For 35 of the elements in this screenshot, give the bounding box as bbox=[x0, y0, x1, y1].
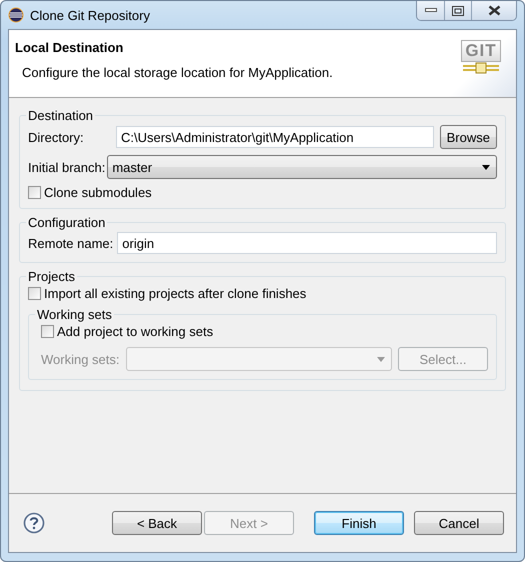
field-label: Initial branch: bbox=[28, 160, 106, 174]
field-label: Remote name: bbox=[28, 236, 114, 250]
dropdown-arrow-icon bbox=[482, 164, 490, 170]
field-label: Directory: bbox=[28, 130, 85, 144]
checkbox[interactable] bbox=[28, 186, 41, 199]
checkbox[interactable] bbox=[28, 287, 41, 300]
maximize-icon bbox=[452, 6, 464, 16]
minimize-button[interactable] bbox=[417, 1, 444, 20]
branch-dropdown[interactable]: master bbox=[107, 155, 497, 179]
checkbox-label[interactable]: Clone submodules bbox=[44, 185, 152, 200]
checkbox[interactable] bbox=[41, 325, 54, 338]
dialog-button[interactable]: < Back bbox=[112, 511, 202, 535]
close-icon bbox=[488, 5, 500, 16]
maximize-button[interactable] bbox=[444, 1, 471, 20]
app-icon bbox=[8, 7, 24, 23]
git-logo: GIT bbox=[461, 40, 501, 74]
minimize-icon bbox=[424, 8, 436, 13]
directory-field[interactable]: C:\Users\Administrator\git\MyApplication bbox=[116, 126, 434, 148]
dropdown-arrow-icon bbox=[377, 356, 385, 362]
close-button[interactable] bbox=[471, 1, 516, 20]
window-title: Clone Git Repository bbox=[30, 8, 151, 22]
group-title: Destination bbox=[27, 108, 94, 123]
page-title: Local Destination bbox=[15, 40, 124, 55]
checkbox-label[interactable]: Import all existing projects after clone finishes bbox=[44, 286, 306, 301]
group-title: Working sets bbox=[36, 307, 113, 322]
checkbox-label[interactable]: Add project to working sets bbox=[57, 324, 214, 339]
remote-name-field[interactable]: origin bbox=[117, 232, 497, 254]
help-icon[interactable] bbox=[23, 512, 45, 534]
page-description: Configure the local storage location for MyApplication. bbox=[21, 65, 334, 80]
browse-button[interactable]: Browse bbox=[440, 125, 497, 149]
group-title: Configuration bbox=[27, 215, 106, 230]
dialog-button[interactable]: Cancel bbox=[414, 511, 504, 535]
group-title: Projects bbox=[27, 269, 76, 284]
dialog-button[interactable]: Finish bbox=[314, 511, 404, 535]
field-label: Working sets: bbox=[41, 352, 120, 366]
